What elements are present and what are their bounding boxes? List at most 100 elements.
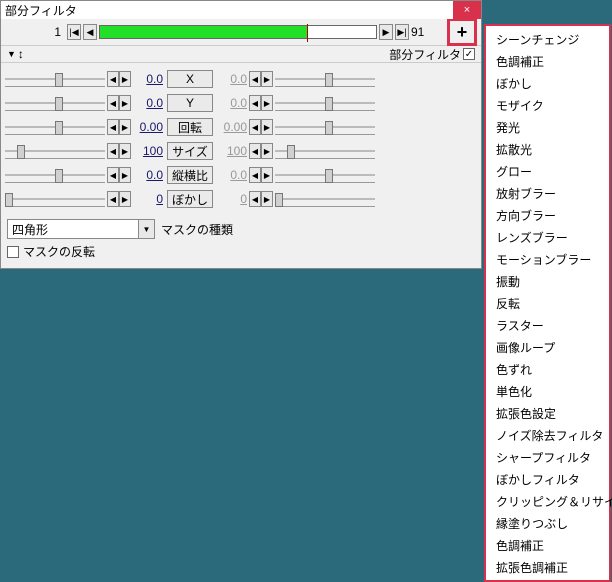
param-spin-right[interactable]: ◀▶ (249, 71, 273, 87)
param-value-left[interactable]: 0 (131, 192, 165, 206)
param-value-left[interactable]: 100 (131, 144, 165, 158)
param-name-button[interactable]: サイズ (167, 142, 213, 160)
triangle-left-icon[interactable]: ◀ (107, 143, 119, 159)
seek-prev-icon[interactable]: ◀ (83, 24, 97, 40)
param-spin-left[interactable]: ◀▶ (107, 119, 131, 135)
triangle-right-icon[interactable]: ▶ (119, 95, 131, 111)
close-button[interactable]: × (453, 1, 481, 19)
triangle-left-icon[interactable]: ◀ (249, 119, 261, 135)
menu-item[interactable]: ぼかしフィルタ (486, 468, 609, 490)
timeline-marker[interactable] (307, 24, 308, 42)
seek-next-icon[interactable]: ▶ (379, 24, 393, 40)
menu-item[interactable]: グロー (486, 160, 609, 182)
menu-item[interactable]: 拡散光 (486, 138, 609, 160)
triangle-left-icon[interactable]: ◀ (107, 191, 119, 207)
menu-item[interactable]: 発光 (486, 116, 609, 138)
param-value-right[interactable]: 0.00 (215, 120, 249, 134)
param-slider-left[interactable] (5, 71, 105, 87)
param-spin-right[interactable]: ◀▶ (249, 167, 273, 183)
param-name-button[interactable]: X (167, 70, 213, 88)
menu-item[interactable]: 放射ブラー (486, 182, 609, 204)
menu-item[interactable]: 拡張色調補正 (486, 556, 609, 578)
menu-item[interactable]: ノイズ除去フィルタ (486, 424, 609, 446)
triangle-right-icon[interactable]: ▶ (119, 71, 131, 87)
param-value-left[interactable]: 0.0 (131, 72, 165, 86)
menu-item[interactable]: シャープフィルタ (486, 446, 609, 468)
menu-item[interactable]: 反転 (486, 292, 609, 314)
param-value-right[interactable]: 0.0 (215, 168, 249, 182)
param-spin-left[interactable]: ◀▶ (107, 167, 131, 183)
param-value-right[interactable]: 0.0 (215, 96, 249, 110)
param-slider-right[interactable] (275, 191, 375, 207)
param-value-right[interactable]: 0.0 (215, 72, 249, 86)
seek-end-icon[interactable]: ▶| (395, 24, 409, 40)
triangle-right-icon[interactable]: ▶ (261, 119, 273, 135)
triangle-left-icon[interactable]: ◀ (107, 71, 119, 87)
param-spin-left[interactable]: ◀▶ (107, 95, 131, 111)
menu-item[interactable]: 単色化 (486, 380, 609, 402)
frame-start[interactable]: 1 (5, 25, 65, 39)
seek-start-icon[interactable]: |◀ (67, 24, 81, 40)
triangle-left-icon[interactable]: ◀ (249, 143, 261, 159)
collapse-icon[interactable]: ▼ (7, 49, 16, 59)
param-spin-left[interactable]: ◀▶ (107, 71, 131, 87)
param-name-button[interactable]: Y (167, 94, 213, 112)
menu-item[interactable]: シーンチェンジ (486, 28, 609, 50)
param-slider-left[interactable] (5, 143, 105, 159)
menu-item[interactable]: 振動 (486, 270, 609, 292)
triangle-left-icon[interactable]: ◀ (107, 95, 119, 111)
mask-type-select[interactable]: 四角形 ▼ (7, 219, 155, 239)
triangle-right-icon[interactable]: ▶ (261, 71, 273, 87)
param-slider-right[interactable] (275, 167, 375, 183)
param-value-left[interactable]: 0.0 (131, 96, 165, 110)
chevron-down-icon[interactable]: ▼ (138, 220, 154, 238)
triangle-left-icon[interactable]: ◀ (249, 167, 261, 183)
add-filter-button[interactable]: + (447, 18, 477, 46)
param-value-right[interactable]: 100 (215, 144, 249, 158)
enable-checkbox[interactable] (463, 48, 475, 60)
triangle-left-icon[interactable]: ◀ (107, 119, 119, 135)
triangle-left-icon[interactable]: ◀ (107, 167, 119, 183)
param-spin-left[interactable]: ◀▶ (107, 191, 131, 207)
timeline-track[interactable] (99, 25, 377, 39)
param-spin-right[interactable]: ◀▶ (249, 143, 273, 159)
filter-menu[interactable]: シーンチェンジ色調補正ぼかしモザイク発光拡散光グロー放射ブラー方向ブラーレンズブ… (484, 24, 611, 582)
triangle-right-icon[interactable]: ▶ (119, 119, 131, 135)
triangle-left-icon[interactable]: ◀ (249, 95, 261, 111)
param-spin-left[interactable]: ◀▶ (107, 143, 131, 159)
invert-checkbox[interactable] (7, 246, 19, 258)
triangle-left-icon[interactable]: ◀ (249, 191, 261, 207)
menu-item[interactable]: 方向ブラー (486, 204, 609, 226)
menu-item[interactable]: 縁塗りつぶし (486, 512, 609, 534)
param-slider-left[interactable] (5, 95, 105, 111)
param-name-button[interactable]: ぼかし (167, 190, 213, 208)
menu-item[interactable]: モザイク (486, 94, 609, 116)
param-slider-right[interactable] (275, 95, 375, 111)
param-slider-right[interactable] (275, 71, 375, 87)
triangle-right-icon[interactable]: ▶ (261, 167, 273, 183)
menu-item[interactable]: クリッピング＆リサイズ (486, 490, 609, 512)
param-spin-right[interactable]: ◀▶ (249, 95, 273, 111)
triangle-right-icon[interactable]: ▶ (119, 191, 131, 207)
param-value-right[interactable]: 0 (215, 192, 249, 206)
menu-item[interactable]: レンズブラー (486, 226, 609, 248)
menu-item[interactable]: 色調補正 (486, 534, 609, 556)
triangle-right-icon[interactable]: ▶ (261, 143, 273, 159)
menu-item[interactable]: ラスター (486, 314, 609, 336)
menu-item[interactable]: 色調補正 (486, 50, 609, 72)
menu-item[interactable]: ぼかし (486, 72, 609, 94)
handle-icon[interactable]: ↕ (18, 47, 24, 61)
param-slider-left[interactable] (5, 167, 105, 183)
triangle-right-icon[interactable]: ▶ (119, 167, 131, 183)
param-slider-left[interactable] (5, 119, 105, 135)
menu-item[interactable]: モーションブラー (486, 248, 609, 270)
param-slider-right[interactable] (275, 119, 375, 135)
param-slider-right[interactable] (275, 143, 375, 159)
triangle-right-icon[interactable]: ▶ (261, 95, 273, 111)
menu-item[interactable]: 色ずれ (486, 358, 609, 380)
triangle-right-icon[interactable]: ▶ (261, 191, 273, 207)
section-header[interactable]: ▼ ↕ 部分フィルタ (1, 45, 481, 63)
frame-end[interactable]: 91 (411, 25, 441, 39)
menu-item[interactable]: 画像ループ (486, 336, 609, 358)
param-spin-right[interactable]: ◀▶ (249, 191, 273, 207)
